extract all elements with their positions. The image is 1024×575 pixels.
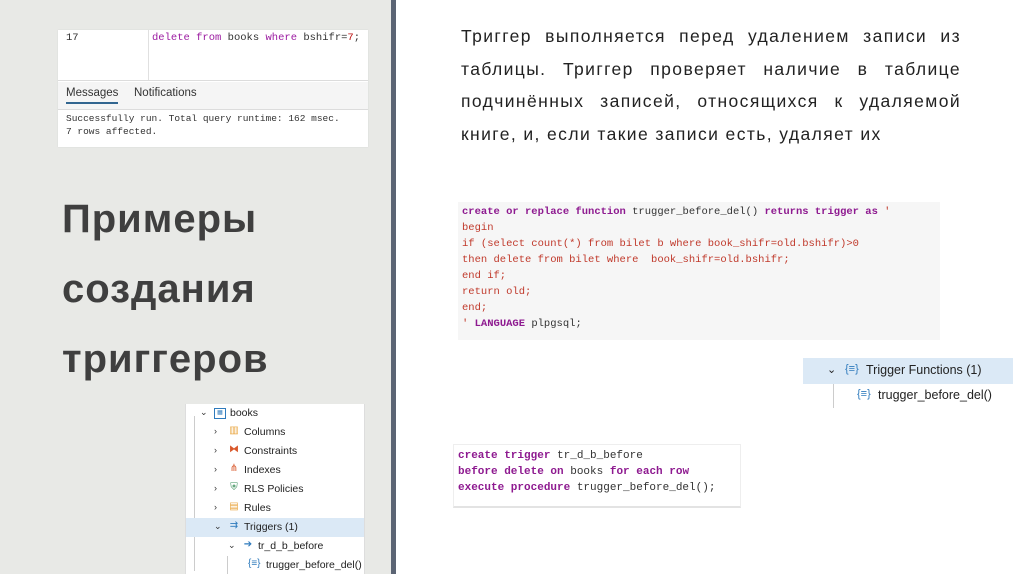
code-keyword: execute procedure <box>458 482 571 494</box>
chevron-down-icon[interactable]: ⌄ <box>200 407 208 418</box>
function-icon: {≡} <box>248 558 261 569</box>
tree-item-label: Trigger Functions (1) <box>866 363 982 377</box>
function-code-block: create or replace function trugger_befor… <box>458 202 940 340</box>
line-number: 17 <box>66 32 79 44</box>
trigger-icon: ➔ <box>243 539 253 550</box>
code-line: create trigger tr_d_b_before <box>458 448 736 464</box>
code-keyword: create or replace function <box>462 206 626 218</box>
code-line: execute procedure trugger_before_del(); <box>458 480 736 496</box>
code-line: if (select count(*) from bilet b where b… <box>462 238 859 250</box>
code-keyword: LANGUAGE <box>474 318 526 330</box>
code-text: books <box>563 466 610 478</box>
query-tool-screenshot: 17 delete from books where bshifr=7; Mes… <box>58 30 368 147</box>
function-icon: {≡} <box>857 388 871 400</box>
code-line: end if; <box>462 270 507 282</box>
code-text: plpgsql; <box>525 318 582 330</box>
sql-keyword: where <box>265 32 297 44</box>
chevron-right-icon[interactable]: › <box>214 483 217 493</box>
code-line: return old; <box>462 286 532 298</box>
rules-icon: ▤ <box>229 501 239 512</box>
tree-item-label: Rules <box>244 502 271 514</box>
code-text: trugger_before_del() <box>625 206 765 218</box>
editor-gutter <box>148 30 149 80</box>
output-tabs: Messages Notifications <box>58 82 368 110</box>
chevron-down-icon[interactable]: ⌄ <box>827 363 836 376</box>
tab-messages[interactable]: Messages <box>66 87 119 104</box>
code-line: create or replace function trugger_befor… <box>462 204 936 220</box>
tree-item-trigger-functions[interactable]: ⌄ {≡} Trigger Functions (1) <box>803 358 1013 384</box>
tree-item-function[interactable]: {≡} trugger_before_del() <box>186 556 364 575</box>
code-line: end; <box>462 302 488 314</box>
tree-item-label: Columns <box>244 426 286 438</box>
object-tree: ⌄ ▦ books › ▥ Columns › ⧓ Constraints › … <box>185 404 365 574</box>
tree-item-label: Indexes <box>244 464 281 476</box>
constraints-icon: ⧓ <box>229 444 239 455</box>
tree-item-label: Triggers (1) <box>244 521 298 533</box>
tree-item-constraints[interactable]: › ⧓ Constraints <box>186 442 364 461</box>
title-line: создания <box>62 267 256 311</box>
description-text: Триггер выполняется перед удалением запи… <box>461 26 961 144</box>
code-line: begin <box>462 222 494 234</box>
tree-item-rules[interactable]: › ▤ Rules <box>186 499 364 518</box>
chevron-right-icon[interactable]: › <box>214 464 217 474</box>
sql-table: books <box>227 32 260 44</box>
tree-item-label: Constraints <box>244 445 298 457</box>
tree-item-books[interactable]: ⌄ ▦ books <box>186 404 364 423</box>
chevron-right-icon[interactable]: › <box>214 502 217 512</box>
sql-terminator: ; <box>353 32 361 44</box>
rls-icon: ⛨ <box>230 482 238 493</box>
tree-item-triggers[interactable]: ⌄ ⇉ Triggers (1) <box>186 518 364 537</box>
code-text: trugger_before_del(); <box>570 482 716 494</box>
code-line: ' LANGUAGE plpgsql; <box>462 316 936 332</box>
triggers-icon: ⇉ <box>229 520 239 531</box>
columns-icon: ▥ <box>229 425 239 436</box>
tree-item-indexes[interactable]: › ⋔ Indexes <box>186 461 364 480</box>
tree-item-label: trugger_before_del() <box>878 388 992 402</box>
code-line: then delete from bilet where book_shifr=… <box>462 254 790 266</box>
tree-item-trigger[interactable]: ⌄ ➔ tr_d_b_before <box>186 537 364 556</box>
query-editor[interactable]: 17 delete from books where bshifr=7; <box>58 30 368 81</box>
vertical-divider <box>391 0 396 574</box>
title-line: триггеров <box>62 337 269 381</box>
code-text: tr_d_b_before <box>550 450 643 462</box>
tree-item-columns[interactable]: › ▥ Columns <box>186 423 364 442</box>
function-icon: {≡} <box>845 363 859 375</box>
message-line: Successfully run. Total query runtime: 1… <box>66 113 340 124</box>
title-line: Примеры <box>62 197 258 241</box>
chevron-down-icon[interactable]: ⌄ <box>228 540 236 551</box>
tree-item-label: books <box>230 407 259 419</box>
code-text: ' <box>462 318 475 330</box>
code-text: ' <box>877 206 891 218</box>
chevron-down-icon[interactable]: ⌄ <box>214 521 222 532</box>
message-line: 7 rows affected. <box>66 126 158 137</box>
tree-item-function[interactable]: {≡} trugger_before_del() <box>803 384 1013 408</box>
code-keyword: returns trigger as <box>764 206 878 218</box>
table-icon: ▦ <box>214 408 226 419</box>
code-keyword: for each row <box>609 466 690 478</box>
trigger-functions-tree: ⌄ {≡} Trigger Functions (1) {≡} trugger_… <box>803 358 1013 408</box>
trigger-code-block: create trigger tr_d_b_before before dele… <box>453 444 741 508</box>
tree-item-label: RLS Policies <box>244 483 304 495</box>
query-text: delete from books where bshifr=7; <box>152 32 360 44</box>
chevron-right-icon[interactable]: › <box>214 426 217 436</box>
sql-condition: bshifr= <box>303 32 348 44</box>
query-messages: Successfully run. Total query runtime: 1… <box>66 112 340 138</box>
tree-item-label: tr_d_b_before <box>258 540 324 552</box>
code-keyword: before delete on <box>458 466 564 478</box>
code-keyword: create trigger <box>458 450 551 462</box>
code-line: before delete on books for each row <box>458 464 736 480</box>
chevron-right-icon[interactable]: › <box>214 445 217 455</box>
indexes-icon: ⋔ <box>229 463 239 474</box>
slide-title: Примеры создания триггеров <box>62 184 269 394</box>
sql-keyword: delete <box>152 32 190 44</box>
tree-item-label: trugger_before_del() <box>266 559 362 571</box>
tab-notifications[interactable]: Notifications <box>134 87 197 99</box>
tree-item-rls-policies[interactable]: › ⛨ RLS Policies <box>186 480 364 499</box>
sql-keyword: from <box>196 32 222 44</box>
